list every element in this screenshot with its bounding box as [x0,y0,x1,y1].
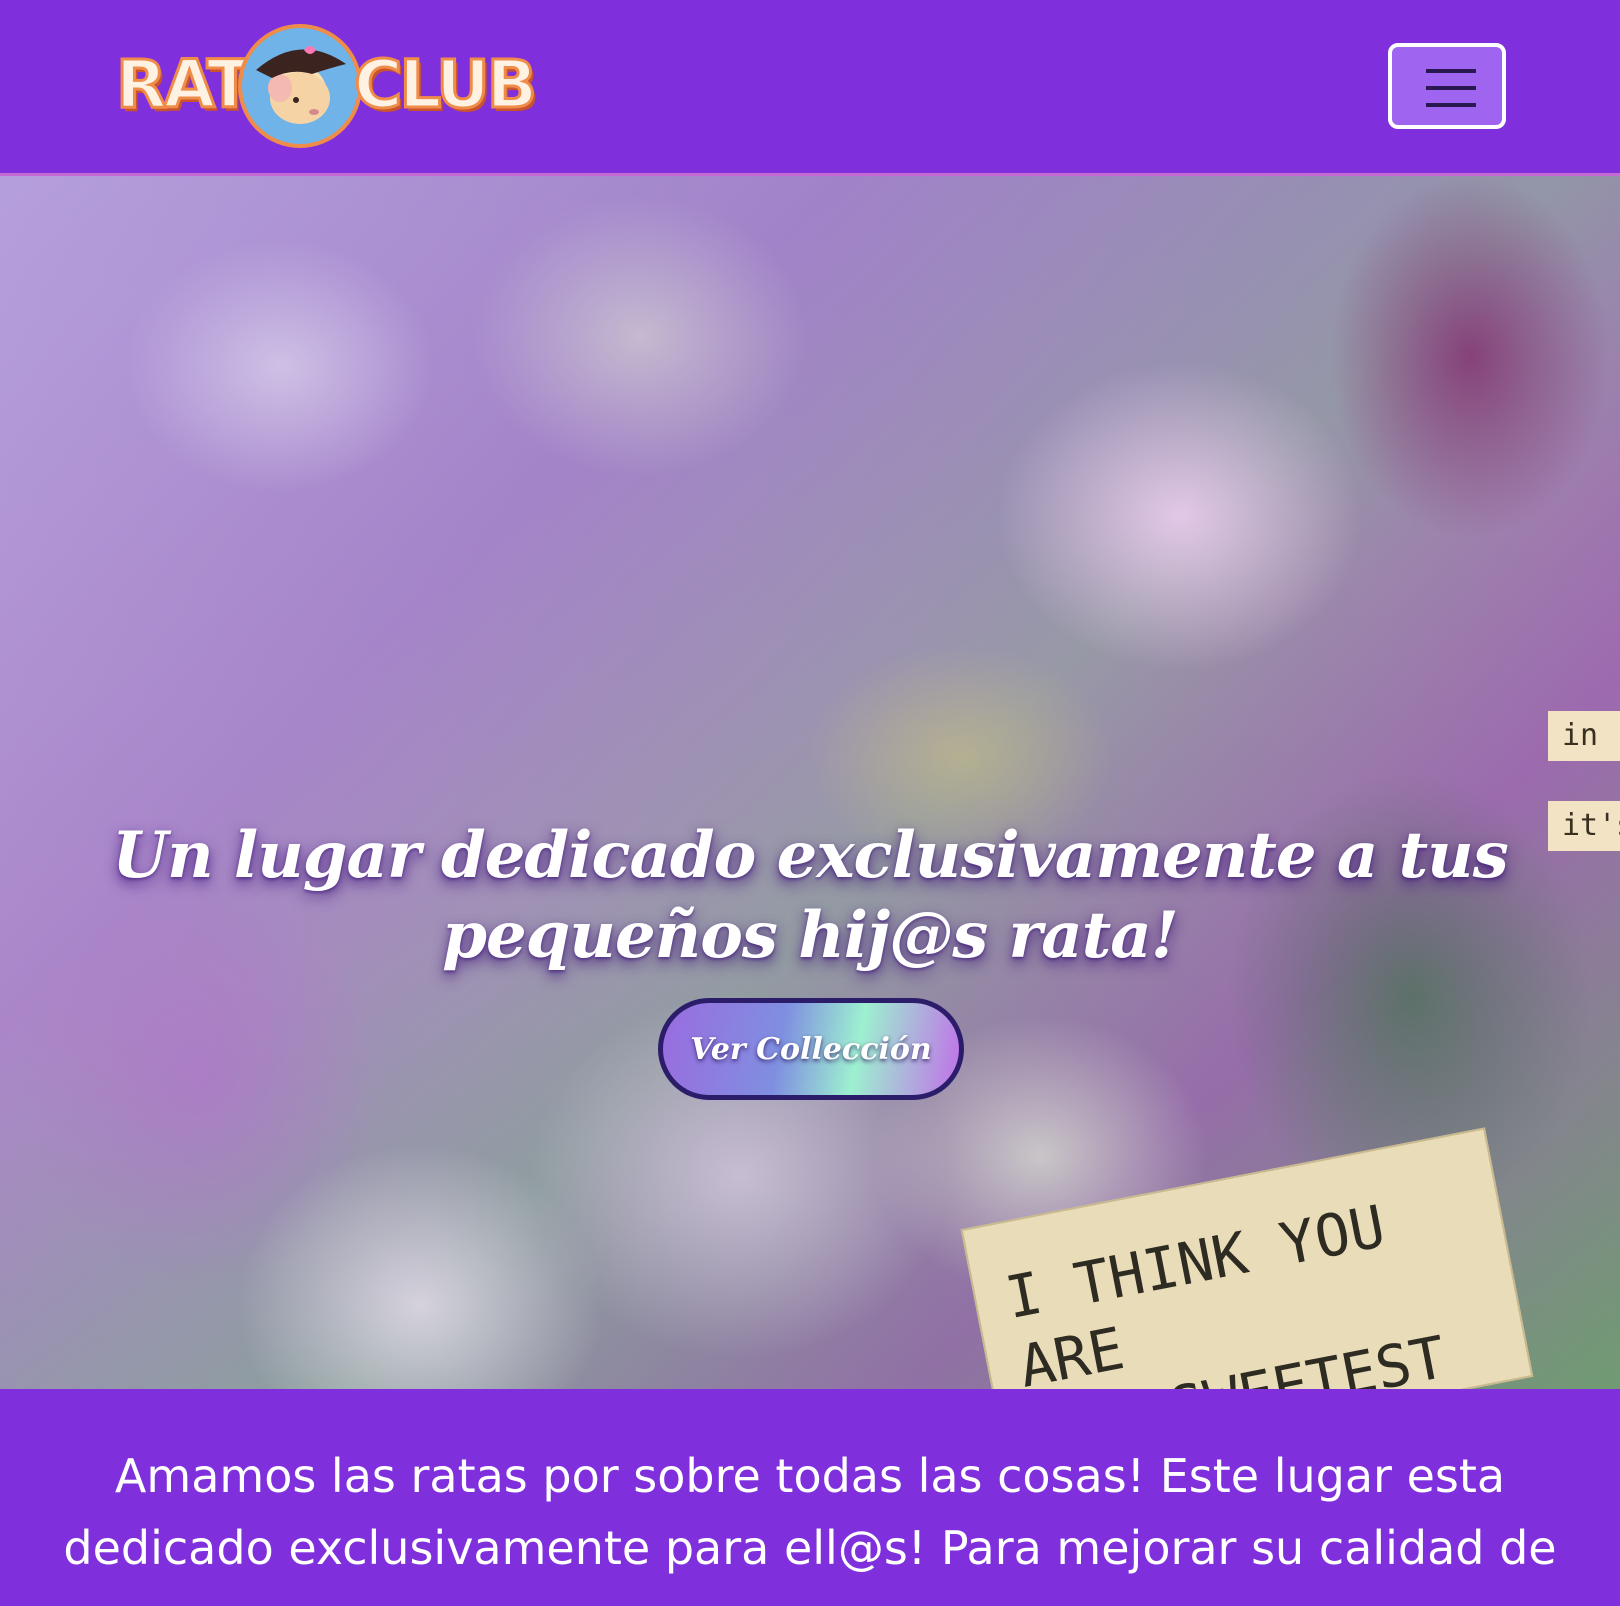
hero-title: Un lugar dedicado exclusivamente a tus p… [60,816,1560,976]
intro-text: Amamos las ratas por sobre todas las cos… [63,1449,1557,1575]
rat-club-logo[interactable]: RAT CLUB [115,24,539,148]
hero-banner: in it's I THINK YOU ARE THE SWEETEST Un … [0,176,1620,1389]
ver-coleccion-button[interactable]: Ver Collección [658,998,964,1100]
rat-mascot-icon [238,24,362,148]
collage-note-1: in [1548,711,1620,761]
logo-text-rat: RAT [115,46,254,123]
hero-title-line-1: Un lugar dedicado exclusivamente a tus [112,818,1508,893]
logo-text-club: CLUB [352,46,538,123]
hero-title-line-2: pequeños hij@s rata! [442,898,1179,973]
navbar-toggler-button[interactable] [1388,43,1506,129]
navbar: RAT CLUB [0,0,1620,176]
